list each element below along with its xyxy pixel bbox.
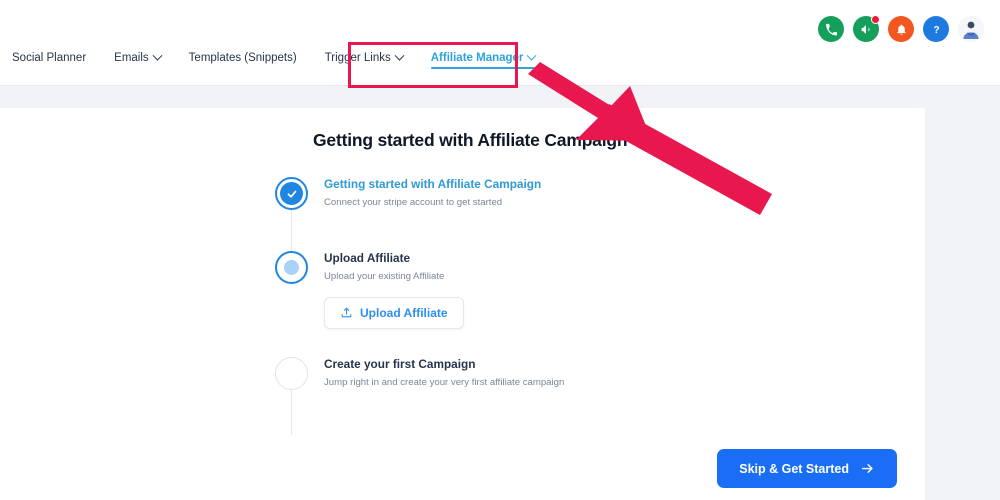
step-title: Upload Affiliate <box>324 251 411 265</box>
step-marker-current <box>275 251 308 284</box>
step-marker-done <box>275 177 308 210</box>
step-description: Upload your existing Affiliate <box>324 271 445 283</box>
bell-icon[interactable] <box>888 16 914 42</box>
phone-icon[interactable] <box>818 16 844 42</box>
app-root: ? Social Planner Emails Templates (Snipp… <box>0 0 1000 500</box>
chevron-down-icon <box>526 50 537 61</box>
nav-item-templates[interactable]: Templates (Snippets) <box>175 48 311 76</box>
main-nav: Social Planner Emails Templates (Snippet… <box>0 48 549 85</box>
utility-icon-group: ? <box>818 15 984 42</box>
content-card: Getting started with Affiliate Campaign <box>0 108 925 500</box>
nav-item-social-planner[interactable]: Social Planner <box>12 48 100 76</box>
step-body: Upload Affiliate Upload your existing Af… <box>324 251 464 329</box>
nav-label: Affiliate Manager <box>430 52 524 64</box>
chevron-down-icon <box>152 50 163 61</box>
svg-text:?: ? <box>933 24 939 35</box>
page-title: Getting started with Affiliate Campaign <box>313 130 628 150</box>
chevron-down-icon <box>394 50 405 61</box>
step-marker-pending <box>275 357 308 390</box>
stepper: Getting started with Affiliate Campaign … <box>275 177 835 435</box>
onboarding-wizard: Getting started with Affiliate Campaign <box>275 130 835 435</box>
nav-item-emails[interactable]: Emails <box>100 48 175 76</box>
step-item[interactable]: Create your first Campaign Jump right in… <box>275 357 835 397</box>
nav-label: Social Planner <box>12 52 87 64</box>
help-icon[interactable]: ? <box>923 16 949 42</box>
step-title: Create your first Campaign <box>324 357 476 371</box>
notification-badge <box>871 15 880 24</box>
upload-icon <box>341 307 352 318</box>
check-icon <box>287 190 296 198</box>
step-item[interactable]: Upload Affiliate Upload your existing Af… <box>275 251 835 357</box>
step-item[interactable]: Getting started with Affiliate Campaign … <box>275 177 835 251</box>
step-description: Connect your stripe account to get start… <box>324 197 503 209</box>
avatar[interactable] <box>958 16 984 42</box>
nav-label: Templates (Snippets) <box>188 52 297 64</box>
top-bar: ? Social Planner Emails Templates (Snipp… <box>0 0 1000 86</box>
step-body: Getting started with Affiliate Campaign … <box>324 177 541 210</box>
nav-label: Trigger Links <box>324 52 391 64</box>
step-body: Create your first Campaign Jump right in… <box>324 357 564 390</box>
nav-item-trigger-links[interactable]: Trigger Links <box>311 48 417 76</box>
step-title: Getting started with Affiliate Campaign <box>324 177 542 191</box>
step-description: Jump right in and create your very first… <box>324 377 565 389</box>
arrow-right-icon <box>861 464 873 473</box>
upload-button-label: Upload Affiliate <box>360 305 448 320</box>
skip-get-started-button[interactable]: Skip & Get Started <box>717 449 897 488</box>
megaphone-icon[interactable] <box>853 15 880 42</box>
upload-affiliate-button[interactable]: Upload Affiliate <box>324 296 464 329</box>
nav-item-affiliate-manager[interactable]: Affiliate Manager <box>417 48 550 76</box>
skip-button-label: Skip & Get Started <box>739 461 849 476</box>
nav-label: Emails <box>114 52 149 64</box>
